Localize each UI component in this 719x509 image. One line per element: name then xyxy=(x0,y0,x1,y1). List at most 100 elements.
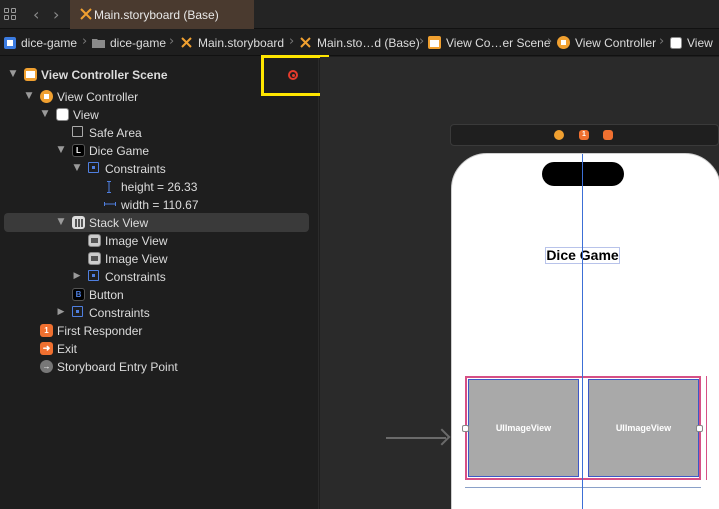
breadcrumb-storyboard-base[interactable]: Main.sto…d (Base) xyxy=(299,29,420,55)
outline-row-constraints[interactable]: ▼ Constraints xyxy=(0,160,319,178)
scene-icon xyxy=(24,68,37,81)
constraints-icon xyxy=(72,306,83,317)
exit-icon[interactable] xyxy=(603,130,613,140)
storyboard-icon xyxy=(80,8,92,20)
safe-area-icon xyxy=(72,126,83,137)
outline-row-stack-view[interactable]: ▼ Stack View xyxy=(0,213,319,232)
disclosure-closed-icon[interactable]: ▶ xyxy=(56,307,66,317)
outline-label: width = 110.67 xyxy=(121,198,199,212)
resize-handle-left[interactable] xyxy=(462,425,469,432)
folder-icon xyxy=(92,39,105,48)
chevron-right-icon: › xyxy=(659,34,665,49)
outline-row-button[interactable]: B Button xyxy=(0,286,319,304)
outline-row-view-constraints[interactable]: ▶ Constraints xyxy=(0,304,319,322)
forward-chevron-icon[interactable]: › xyxy=(53,5,59,24)
chevron-right-icon: › xyxy=(289,34,295,49)
view-controller-icon xyxy=(40,90,53,103)
breadcrumb-view-controller[interactable]: View Controller xyxy=(557,29,657,55)
resize-handle-right[interactable] xyxy=(696,425,703,432)
breadcrumb-storyboard[interactable]: Main.storyboard xyxy=(180,29,285,55)
disclosure-open-icon[interactable]: ▼ xyxy=(24,91,34,101)
button-icon: B xyxy=(72,288,85,301)
breadcrumb-folder[interactable]: dice-game xyxy=(92,29,167,55)
storyboard-canvas[interactable]: 1 Dice Game UIImageView UIImageView xyxy=(320,57,719,509)
outline-row-view[interactable]: ▼ View xyxy=(0,106,319,124)
selection-highlight xyxy=(4,213,309,232)
back-chevron-icon[interactable]: ‹ xyxy=(33,5,39,24)
entry-point-arrow[interactable] xyxy=(386,437,446,439)
exit-icon: ➜ xyxy=(40,342,53,355)
breadcrumb-label: dice-game xyxy=(110,35,167,50)
breadcrumb-label: dice-game xyxy=(21,35,78,50)
outline-label: Image View xyxy=(105,234,168,248)
outline-row-image-view-1[interactable]: Image View xyxy=(0,232,319,250)
error-indicator-icon[interactable] xyxy=(288,70,298,80)
first-responder-icon[interactable]: 1 xyxy=(579,130,589,140)
tab-main-storyboard[interactable]: Main.storyboard (Base) xyxy=(70,0,254,29)
outline-label: Stack View xyxy=(89,216,149,230)
storyboard-icon xyxy=(181,37,192,48)
width-constraint-indicator xyxy=(465,487,701,488)
outline-label: Constraints xyxy=(105,270,166,284)
image-view-icon xyxy=(88,252,101,265)
breadcrumb-scene[interactable]: View Co…er Scene xyxy=(428,29,551,55)
outline-label: View xyxy=(73,108,99,122)
image-view-right[interactable]: UIImageView xyxy=(588,379,699,477)
image-view-left[interactable]: UIImageView xyxy=(468,379,579,477)
outline-label: First Responder xyxy=(57,324,143,338)
disclosure-open-icon[interactable]: ▼ xyxy=(8,69,18,79)
image-view-icon xyxy=(88,234,101,247)
constraints-icon xyxy=(88,270,99,281)
outline-label: Image View xyxy=(105,252,168,266)
breadcrumb-label: Main.sto…d (Base) xyxy=(317,35,420,50)
outline-row-height-constraint[interactable]: height = 26.33 xyxy=(0,178,319,196)
outline-label: Dice Game xyxy=(89,144,150,158)
breadcrumb-view[interactable]: View xyxy=(670,29,713,55)
storyboard-icon xyxy=(300,37,311,48)
outline-row-stack-constraints[interactable]: ▶ Constraints xyxy=(0,268,319,286)
jump-bar: dice-game › dice-game › Main.storyboard … xyxy=(0,29,719,56)
view-controller-frame[interactable]: Dice Game UIImageView UIImageView xyxy=(451,153,719,509)
first-responder-icon: 1 xyxy=(40,324,53,337)
tab-bar: ‹ › Main.storyboard (Base) xyxy=(0,0,719,29)
outline-row-safe-area[interactable]: Safe Area xyxy=(0,124,319,142)
entry-point-arrow-icon: → xyxy=(40,360,53,373)
chevron-right-icon: › xyxy=(547,34,553,49)
constraints-icon xyxy=(88,162,99,173)
stack-view[interactable]: UIImageView UIImageView xyxy=(465,376,701,480)
disclosure-closed-icon[interactable]: ▶ xyxy=(72,271,82,281)
chevron-right-icon: › xyxy=(169,34,175,49)
breadcrumb-label: View Co…er Scene xyxy=(446,35,551,50)
outline-label: Safe Area xyxy=(89,126,142,140)
outline-label: height = 26.33 xyxy=(121,180,198,194)
view-controller-icon[interactable] xyxy=(554,130,564,140)
outline-label: Exit xyxy=(57,342,78,356)
width-constraint-icon xyxy=(104,202,116,206)
outline-row-entry-point[interactable]: → Storyboard Entry Point xyxy=(0,358,319,376)
disclosure-open-icon[interactable]: ▼ xyxy=(56,145,66,155)
outline-label: View Controller xyxy=(57,90,139,104)
breadcrumb-project[interactable]: dice-game xyxy=(4,29,78,55)
disclosure-open-icon[interactable]: ▼ xyxy=(40,109,50,119)
outline-row-first-responder[interactable]: 1 First Responder xyxy=(0,322,319,340)
view-controller-icon xyxy=(557,36,570,49)
outline-label: Button xyxy=(89,288,124,302)
outline-row-width-constraint[interactable]: width = 110.67 xyxy=(0,196,319,214)
outline-label: Constraints xyxy=(105,162,166,176)
scene-dock: 1 xyxy=(450,124,719,146)
breadcrumb-label: View Controller xyxy=(575,35,657,50)
disclosure-open-icon[interactable]: ▼ xyxy=(56,217,66,227)
breadcrumb-label: Main.storyboard xyxy=(198,35,285,50)
breadcrumb-label: View xyxy=(687,35,713,50)
scene-icon xyxy=(428,36,441,49)
outline-row-image-view-2[interactable]: Image View xyxy=(0,250,319,268)
disclosure-open-icon[interactable]: ▼ xyxy=(72,163,82,173)
outline-row-exit[interactable]: ➜ Exit xyxy=(0,340,319,358)
center-x-guide xyxy=(582,154,583,509)
tab-label: Main.storyboard (Base) xyxy=(94,7,219,22)
view-icon xyxy=(56,108,69,121)
related-items-grid-icon[interactable] xyxy=(4,8,16,20)
outline-label: View Controller Scene xyxy=(41,68,168,82)
outline-row-dice-game-label[interactable]: ▼ L Dice Game xyxy=(0,142,319,160)
chevron-right-icon: › xyxy=(82,34,88,49)
